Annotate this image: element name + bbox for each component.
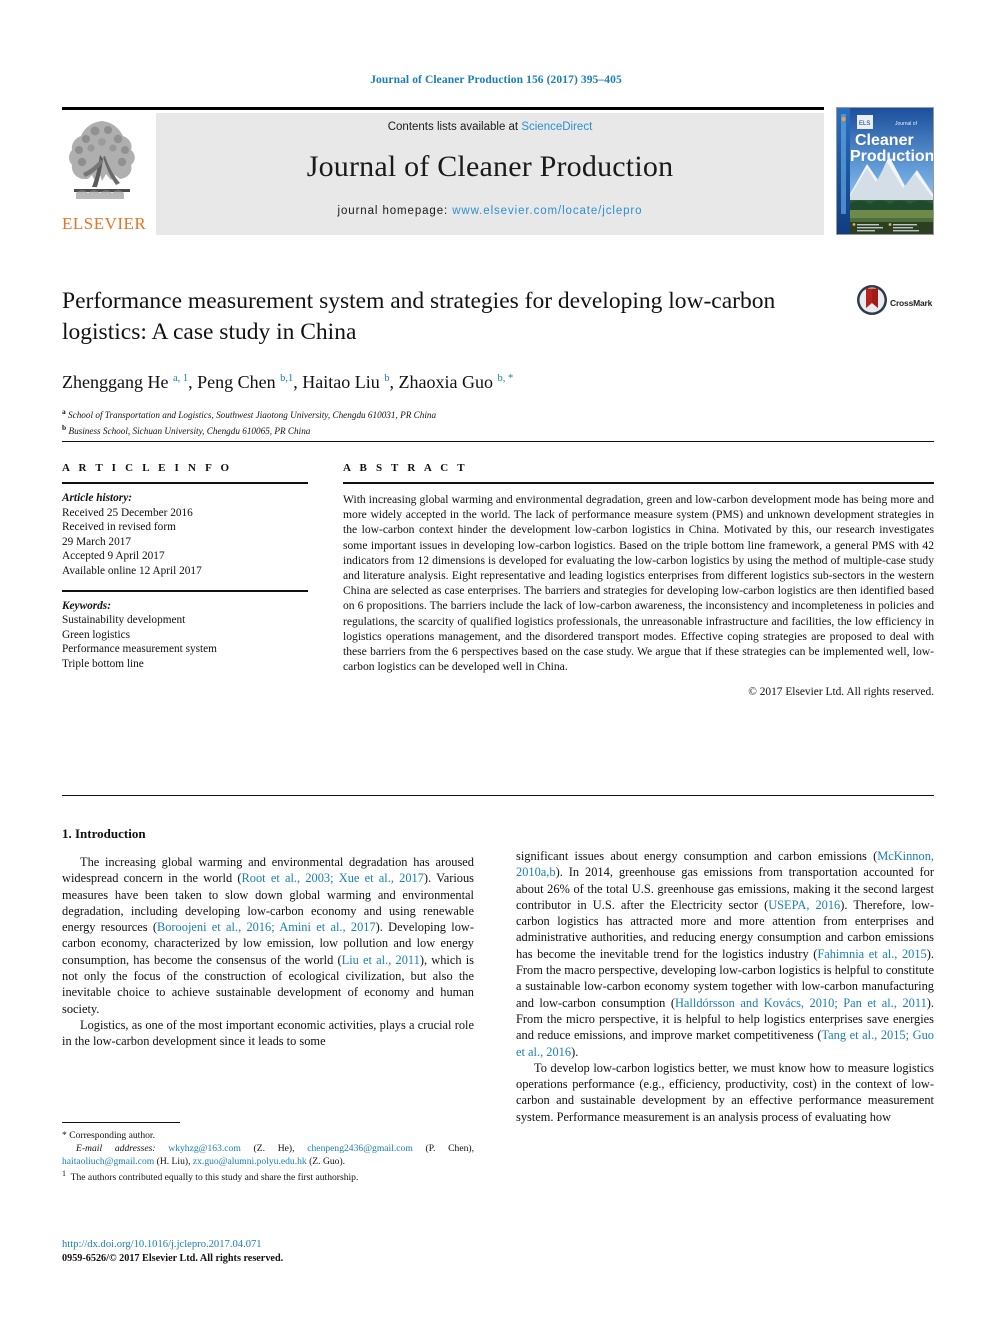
journal-title: Journal of Cleaner Production <box>306 150 674 183</box>
journal-masthead: ELSEVIER Contents lists available at Sci… <box>62 107 934 235</box>
keyword-item: Sustainability development <box>62 614 186 627</box>
masthead-top-rule <box>62 107 824 110</box>
body-column-right: significant issues about energy consumpt… <box>516 848 934 1125</box>
email-addresses-note: E-mail addresses: wkyhzg@163.com (Z. He)… <box>62 1142 474 1167</box>
keyword-item: Triple bottom line <box>62 657 144 670</box>
footnote-rule <box>62 1122 180 1124</box>
contents-prefix: Contents lists available at <box>387 121 522 133</box>
paragraph: significant issues about energy consumpt… <box>516 849 935 1059</box>
doi-link[interactable]: http://dx.doi.org/10.1016/j.jclepro.2017… <box>62 1238 482 1252</box>
history-item: 29 March 2017 <box>62 535 132 548</box>
footnotes-block: * Corresponding author. E-mail addresses… <box>62 1122 474 1185</box>
contents-available-line: Contents lists available at ScienceDirec… <box>156 121 824 133</box>
masthead-band: Contents lists available at ScienceDirec… <box>156 113 824 235</box>
equal-contribution-note: 1 The authors contributed equally to thi… <box>62 1169 359 1184</box>
sciencedirect-link[interactable]: ScienceDirect <box>521 121 592 133</box>
abstract-heading: A B S T R A C T <box>343 462 468 474</box>
history-item: Received in revised form <box>62 521 176 534</box>
keyword-item: Green logistics <box>62 628 131 641</box>
abstract-text: With increasing global warming and envir… <box>343 493 934 674</box>
article-history-group: Article history: Received 25 December 20… <box>62 491 308 579</box>
article-info-rule <box>62 482 308 484</box>
paragraph: To develop low-carbon logistics better, … <box>516 1060 934 1124</box>
affiliation-text-b: Business School, Sichuan University, Che… <box>68 425 311 436</box>
svg-text:ELS: ELS <box>859 121 870 127</box>
paragraph: Logistics, as one of the most important … <box>62 1017 474 1049</box>
article-page: Journal of Cleaner Production 156 (2017)… <box>0 0 992 1323</box>
article-history-label: Article history: <box>62 492 132 504</box>
affiliation-a: a School of Transportation and Logistics… <box>62 406 852 422</box>
elsevier-logo: ELSEVIER <box>62 115 147 235</box>
affiliation-marker-b: b <box>62 422 67 432</box>
info-top-rule <box>62 441 934 442</box>
journal-homepage-line: journal homepage: www.elsevier.com/locat… <box>156 205 824 217</box>
running-head: Journal of Cleaner Production 156 (2017)… <box>370 74 622 86</box>
journal-cover-art: ELS Journal of Cleaner Production <box>837 108 933 234</box>
crossmark-badge[interactable]: CrossMark <box>856 284 936 326</box>
elsevier-tree-icon <box>69 121 135 199</box>
paragraph: The increasing global warming and enviro… <box>62 855 474 1016</box>
journal-homepage-link[interactable]: www.elsevier.com/locate/jclepro <box>452 205 642 217</box>
issn-copyright-line: 0959-6526/© 2017 Elsevier Ltd. All right… <box>62 1253 284 1264</box>
svg-text:Journal of: Journal of <box>895 121 918 127</box>
body-column-left: 1. Introduction The increasing global wa… <box>62 826 474 1050</box>
crossmark-icon <box>857 285 887 315</box>
affiliation-list: a School of Transportation and Logistics… <box>62 406 852 437</box>
article-info-heading: A R T I C L E I N F O <box>62 462 233 474</box>
page-title: Performance measurement system and strat… <box>62 288 776 345</box>
abstract-rule <box>343 482 934 484</box>
homepage-prefix: journal homepage: <box>337 205 453 217</box>
history-item: Available online 12 April 2017 <box>62 564 202 577</box>
history-item: Received 25 December 2016 <box>62 506 193 519</box>
affiliation-marker-a: a <box>62 407 66 416</box>
footer-doi-block: http://dx.doi.org/10.1016/j.jclepro.2017… <box>62 1238 482 1266</box>
abstract-section: A B S T R A C T With increasing global w… <box>343 462 934 698</box>
affiliation-text-a: School of Transportation and Logistics, … <box>68 410 437 421</box>
article-info-section: A R T I C L E I N F O Article history: R… <box>62 462 308 672</box>
svg-text:Cleaner: Cleaner <box>855 132 914 149</box>
title-block: Performance measurement system and strat… <box>62 286 852 437</box>
abstract-bottom-rule <box>62 795 934 796</box>
section-heading-introduction: 1. Introduction <box>62 826 146 841</box>
affiliation-b: b Business School, Sichuan University, C… <box>62 422 852 438</box>
abstract-copyright: © 2017 Elsevier Ltd. All rights reserved… <box>748 686 934 699</box>
elsevier-wordmark: ELSEVIER <box>62 214 147 233</box>
crossmark-label: CrossMark <box>890 298 933 308</box>
keywords-rule <box>62 589 308 592</box>
author-list: Zhenggang He a, 1, Peng Chen b,1, Haitao… <box>62 372 514 392</box>
corresponding-author-note: * Corresponding author. <box>62 1130 155 1142</box>
keyword-item: Performance measurement system <box>62 643 217 656</box>
keywords-group: Keywords: Sustainability development Gre… <box>62 599 308 672</box>
history-item: Accepted 9 April 2017 <box>62 550 165 563</box>
journal-cover-thumbnail: ELS Journal of Cleaner Production <box>836 107 934 235</box>
keywords-label: Keywords: <box>62 599 111 612</box>
